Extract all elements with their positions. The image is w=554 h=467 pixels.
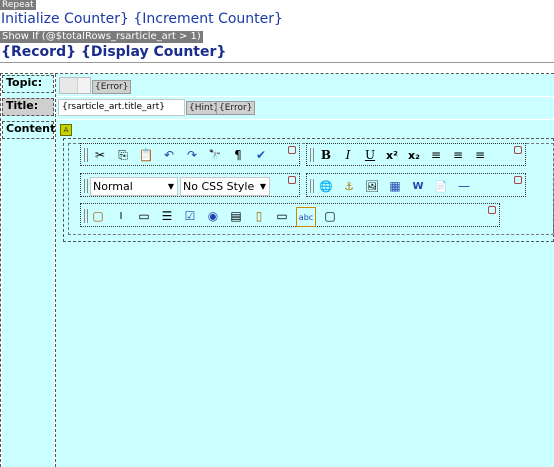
table-icon[interactable]: ▦ (386, 177, 404, 195)
topic-select-arrow[interactable] (77, 78, 90, 93)
toolbar-insert: 🌐 ⚓ 🖼 ▦ W 📄 — (306, 173, 526, 197)
css-style-select[interactable]: No CSS Style ▼ (180, 177, 270, 196)
pilcrow-icon[interactable]: ¶ (229, 146, 247, 164)
editor-widget-icon[interactable]: A (60, 124, 72, 136)
toolbar-edit: ✂ ⎘ 📋 ↶ ↷ 🔭 ¶ ✔ (80, 143, 300, 166)
anchor-icon[interactable]: ⚓ (340, 177, 358, 195)
toolbar-grip[interactable] (310, 179, 314, 193)
align-left-icon[interactable]: ≡ (427, 146, 445, 164)
bold-icon[interactable]: B (317, 146, 335, 164)
hyperlink-icon[interactable]: 🌐 (317, 177, 335, 195)
form-icon[interactable]: ▢ (89, 207, 107, 225)
toolbar-edit-buttons: ✂ ⎘ 📋 ↶ ↷ 🔭 ¶ ✔ (91, 146, 270, 164)
format-select[interactable]: Normal ▼ (90, 177, 178, 196)
title-label: Title: (6, 99, 39, 112)
toolbar-insert-buttons: 🌐 ⚓ 🖼 ▦ W 📄 — (317, 177, 473, 195)
toolbar-close-icon[interactable] (514, 176, 522, 184)
toolbar-forms-buttons: ▢ I ▭ ☰ ☑ ◉ ▤ ▯ ▭ abc ▢ (89, 207, 339, 227)
radio-icon[interactable]: ◉ (204, 207, 222, 225)
horizontal-rule-icon[interactable]: — (455, 177, 473, 195)
copy-icon[interactable]: ⎘ (114, 146, 132, 164)
label-icon[interactable]: abc (296, 207, 316, 227)
checkbox-icon[interactable]: ☑ (181, 207, 199, 225)
toolbar-forms: ▢ I ▭ ☰ ☑ ◉ ▤ ▯ ▭ abc ▢ (80, 203, 500, 227)
topic-select[interactable] (59, 77, 91, 94)
select-icon[interactable]: ▤ (227, 207, 245, 225)
italic-icon[interactable]: I (339, 146, 357, 164)
paste-icon[interactable]: 📋 (137, 146, 155, 164)
superscript-icon[interactable]: x² (383, 146, 401, 164)
template-icon[interactable]: 📄 (432, 177, 450, 195)
cut-icon[interactable]: ✂ (91, 146, 109, 164)
toolbar-format: B I U x² x₂ ≡ ≡ ≡ (306, 143, 526, 166)
word-icon[interactable]: W (409, 177, 427, 195)
content-label: Content: (6, 122, 60, 135)
toolbar-grip[interactable] (310, 148, 314, 162)
underline-icon[interactable]: U (361, 146, 379, 164)
divider (0, 62, 554, 63)
format-select-value: Normal (93, 180, 133, 193)
toolbar-format-buttons: B I U x² x₂ ≡ ≡ ≡ (317, 146, 489, 164)
topic-label-cell: Topic: (2, 75, 54, 93)
undo-icon[interactable]: ↶ (160, 146, 178, 164)
repeat-tag: Repeat (0, 0, 36, 10)
button-icon[interactable]: ▭ (273, 207, 291, 225)
show-if-tag: Show If (@$totalRows_rsarticle_art > 1) (0, 31, 203, 43)
fieldset-icon[interactable]: ▢ (321, 207, 339, 225)
toolbar-close-icon[interactable] (514, 146, 522, 154)
toolbar-close-icon[interactable] (488, 206, 496, 214)
list-icon[interactable]: ☰ (158, 207, 176, 225)
chevron-down-icon[interactable]: ▼ (260, 178, 266, 195)
image-icon[interactable]: 🖼 (363, 177, 381, 195)
title-label-cell: Title: (2, 98, 54, 116)
toolbar-close-icon[interactable] (288, 146, 296, 154)
subscript-icon[interactable]: x₂ (405, 146, 423, 164)
align-center-icon[interactable]: ≡ (449, 146, 467, 164)
toolbar-styles: Normal ▼ No CSS Style ▼ (80, 173, 300, 197)
align-right-icon[interactable]: ≡ (471, 146, 489, 164)
toolbar-close-icon[interactable] (288, 176, 296, 184)
spellcheck-icon[interactable]: ✔ (252, 146, 270, 164)
title-input[interactable]: {rsarticle_art.title_art} (58, 99, 185, 116)
textfield-icon[interactable]: I (112, 207, 130, 225)
toolbar-grip[interactable] (84, 148, 88, 162)
find-icon[interactable]: 🔭 (206, 146, 224, 164)
chevron-down-icon[interactable]: ▼ (168, 178, 174, 195)
toolbar-grip[interactable] (84, 179, 88, 193)
topic-error: {Error} (92, 80, 132, 94)
topic-label: Topic: (6, 76, 43, 89)
title-error: {Error} (216, 101, 256, 115)
counter-line: Initialize Counter} {Increment Counter} (1, 11, 283, 27)
toolbar-grip[interactable] (84, 209, 88, 223)
textarea-icon[interactable]: ▭ (135, 207, 153, 225)
content-label-cell: Content: (2, 121, 60, 139)
redo-icon[interactable]: ↷ (183, 146, 201, 164)
hidden-field-icon[interactable]: ▯ (250, 207, 268, 225)
css-style-select-value: No CSS Style (183, 180, 255, 193)
record-line: {Record} {Display Counter} (1, 44, 227, 60)
